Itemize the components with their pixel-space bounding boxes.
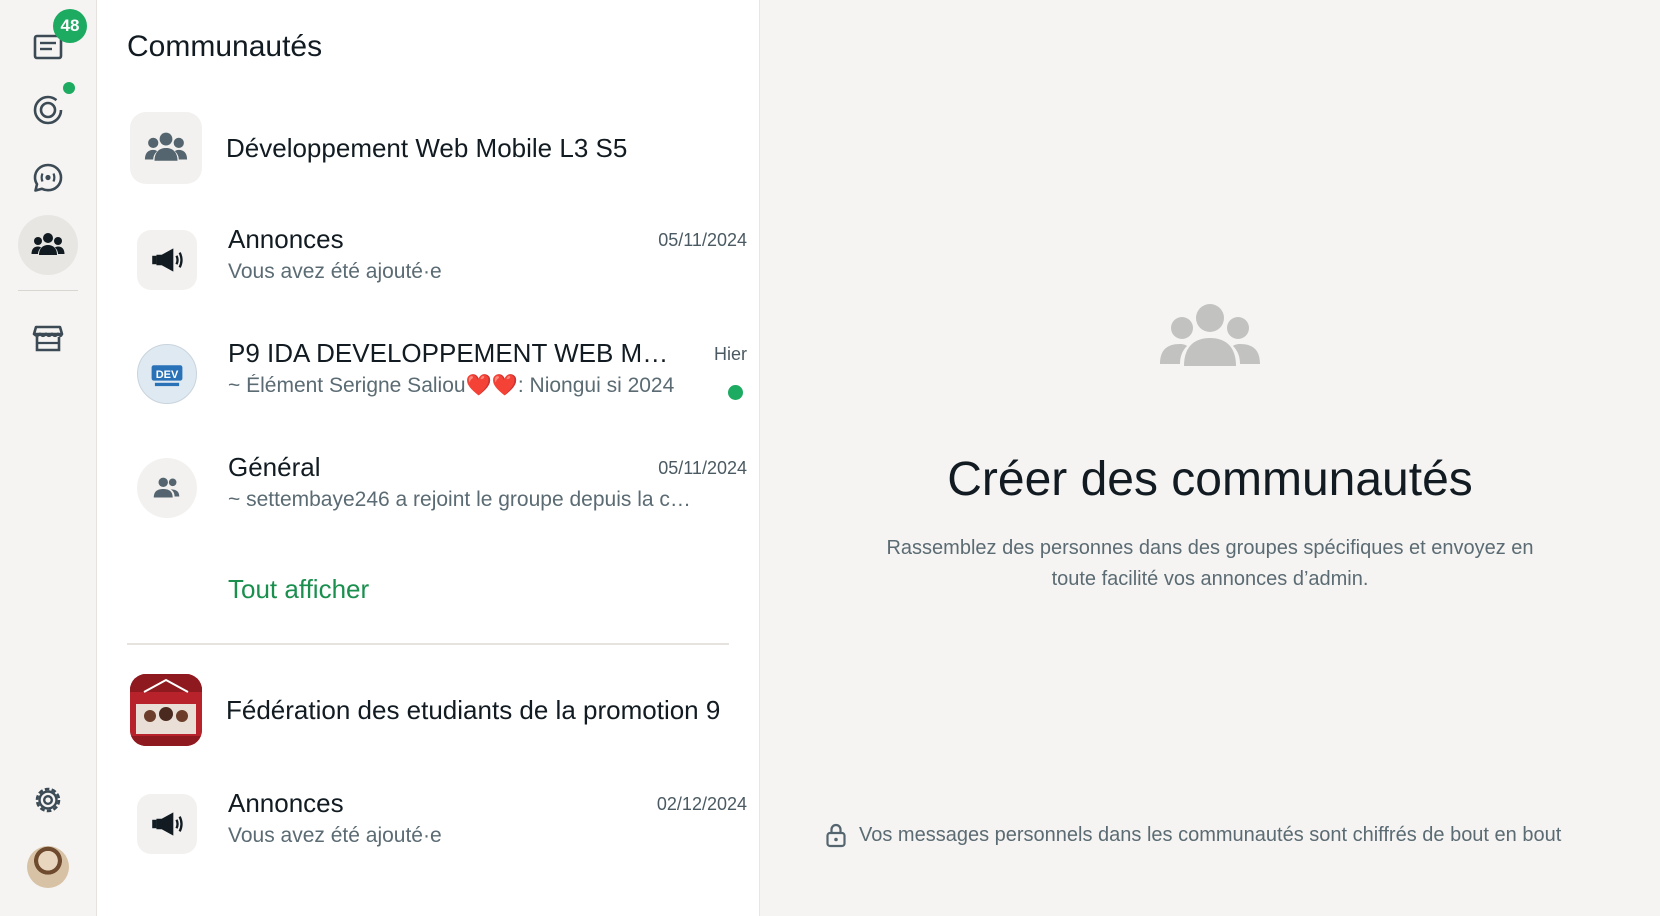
chat-title: P9 IDA DEVELOPPEMENT WEB MOBILE: [228, 338, 683, 368]
announcement-avatar: [137, 230, 197, 290]
announcement-avatar: [137, 794, 197, 854]
list-item-announcements[interactable]: Annonces 02/12/2024 Vous avez été ajouté…: [127, 780, 747, 870]
chat-title: Annonces: [228, 224, 344, 254]
communities-panel: Communautés Développement Web Mobile L3 …: [97, 0, 760, 916]
group-icon: [144, 132, 188, 161]
channels-button[interactable]: [18, 148, 78, 208]
community-header[interactable]: Développement Web Mobile L3 S5: [127, 108, 747, 188]
people-icon: [153, 477, 180, 498]
lock-icon: [826, 823, 846, 848]
store-icon: [32, 325, 64, 352]
status-new-dot: [63, 82, 75, 94]
megaphone-icon: [152, 812, 183, 836]
settings-icon: [35, 787, 61, 813]
community-divider: [127, 643, 729, 645]
empty-state-title: Créer des communautés: [947, 453, 1473, 506]
dev-logo-icon: DEV: [151, 365, 183, 387]
group-avatar: DEV: [137, 344, 197, 404]
general-avatar: [137, 458, 197, 518]
encryption-note: Vos messages personnels dans les communa…: [825, 822, 1561, 848]
list-item-general[interactable]: Général 05/11/2024 ~ settembaye246 a rej…: [127, 444, 747, 534]
communities-button[interactable]: [18, 215, 78, 275]
chat-preview: ~ settembaye246 a rejoint le groupe depu…: [228, 488, 698, 511]
megaphone-icon: [152, 248, 183, 272]
community-avatar: [130, 112, 202, 184]
see-all-link[interactable]: Tout afficher: [228, 574, 369, 605]
community-name: Développement Web Mobile L3 S5: [226, 132, 628, 163]
unread-badge: 48: [53, 9, 87, 43]
list-item-group[interactable]: DEV P9 IDA DEVELOPPEMENT WEB MOBILE Hier…: [127, 330, 747, 420]
chat-date: Hier: [713, 344, 747, 364]
channels-icon: [33, 163, 63, 192]
chat-date: 02/12/2024: [656, 794, 747, 814]
chat-date: 05/11/2024: [658, 458, 747, 478]
community-avatar: [130, 674, 202, 746]
chat-preview: Vous avez été ajouté·e: [228, 824, 442, 847]
community-header[interactable]: Fédération des etudiants de la promotion…: [127, 670, 747, 750]
unread-indicator: [728, 385, 743, 400]
community-photo-icon: [130, 674, 202, 746]
communities-illustration-icon: [1160, 304, 1260, 366]
communities-empty-state: Créer des communautés Rassemblez des per…: [760, 0, 1660, 916]
list-item-announcements[interactable]: Annonces 05/11/2024 Vous avez été ajouté…: [127, 216, 747, 306]
store-button[interactable]: [18, 308, 78, 368]
communities-icon: [31, 233, 65, 255]
chat-preview: Vous avez été ajouté·e: [228, 260, 442, 283]
chat-preview: ~ Élément Serigne Saliou❤️❤️: Niongui si…: [228, 374, 675, 397]
status-icon: [33, 95, 63, 125]
profile-avatar[interactable]: [27, 846, 69, 888]
empty-state-description: Rassemblez des personnes dans des groupe…: [886, 537, 1534, 590]
settings-button[interactable]: [18, 770, 78, 830]
encryption-note-text: Vos messages personnels dans les communa…: [859, 823, 1562, 846]
svg-text:DEV: DEV: [156, 369, 179, 381]
rail-divider: [18, 290, 78, 291]
navigation-rail: 48: [0, 0, 97, 916]
panel-title: Communautés: [127, 30, 323, 63]
chat-title: Général: [228, 452, 321, 482]
community-name: Fédération des etudiants de la promotion…: [226, 694, 721, 725]
chat-date: 05/11/2024: [658, 230, 747, 250]
chat-title: Annonces: [228, 788, 344, 818]
